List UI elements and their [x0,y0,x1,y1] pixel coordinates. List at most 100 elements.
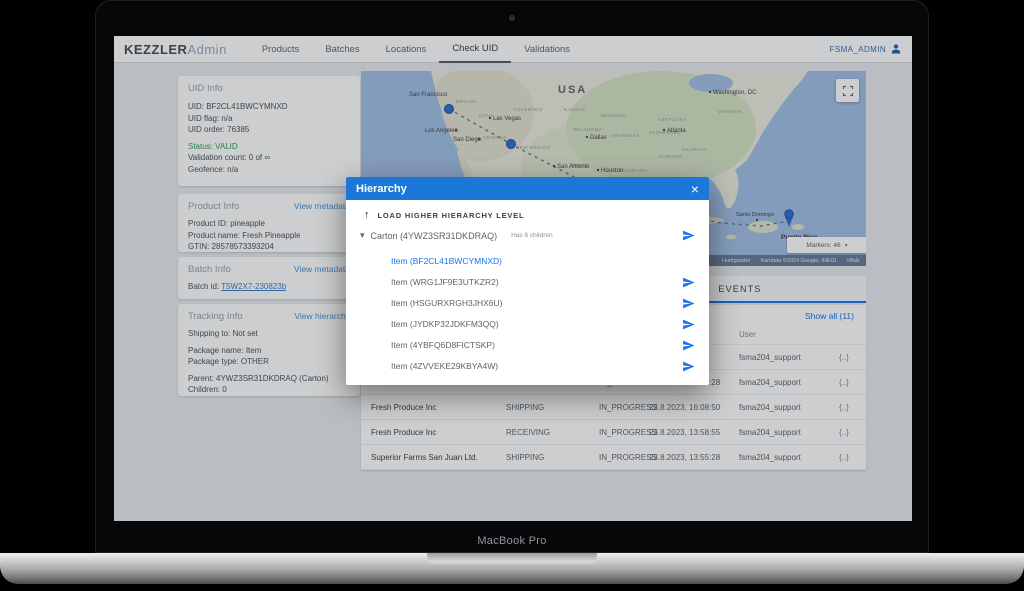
hierarchy-item[interactable]: Item (BF2CL41BWCYMNXD) [391,251,695,271]
svg-text:San Francisco: San Francisco [409,92,448,98]
fullscreen-button[interactable] [836,79,859,102]
json-payload-link[interactable]: {..} [839,403,849,412]
table-row[interactable]: Superior Farms San Juan Ltd. SHIPPING IN… [361,445,866,470]
show-all-link[interactable]: Show all (11) [805,311,854,321]
nav-products[interactable]: Products [249,36,313,63]
svg-text:OKLAHOMA: OKLAHOMA [573,127,603,132]
shipping-to: Shipping to: Not set [188,328,350,340]
device-label: MacBook Pro [96,535,928,547]
nav-validations[interactable]: Validations [511,36,583,63]
svg-text:COLORADO: COLORADO [513,107,543,112]
card-title: Product Info [188,201,239,212]
product-id: Product ID: pineapple [188,218,350,230]
table-row[interactable]: Fresh Produce Inc SHIPPING IN_PROGRESS 2… [361,395,866,420]
close-icon[interactable]: × [691,182,699,196]
view-hierarchy-link[interactable]: View hierarchy [294,311,350,321]
validation-count: Validation count: 0 of ∞ [188,152,350,164]
json-payload-link[interactable]: {..} [839,453,849,462]
caret-down-icon: ▾ [360,230,365,241]
hierarchy-root-row[interactable]: ▾ Carton (4YWZ3SR31DKDRAQ) Has 6 childre… [360,229,695,242]
parent-uid: Parent: 4YWZ3SR31DKDRAQ (Carton) [188,373,350,385]
hierarchy-item[interactable]: Item (WRG1JF9E3UTKZR2) [391,272,695,292]
children-note: Has 6 children [511,232,553,239]
markers-label: Markers: 46 [806,242,840,249]
person-icon [890,43,902,55]
laptop-notch [427,553,597,565]
uid-flag: UID flag: n/a [188,113,350,125]
json-payload-link[interactable]: {..} [839,353,849,362]
markers-dropdown[interactable]: Markers: 46 ▾ [787,237,866,253]
caret-down-icon: ▾ [845,242,848,249]
macbook-mockup: KEZZLER Admin Products Batches Locations… [0,0,1024,591]
nav-batches[interactable]: Batches [312,36,372,63]
children-count: Children: 0 [188,384,350,396]
package-name: Package name: Item [188,345,350,357]
package-type: Package type: OTHER [188,356,350,368]
batch-info-card: Batch Info View metadata Batch id: T5W2X… [178,257,360,299]
uid-order: UID order: 76385 [188,124,350,136]
view-metadata-link[interactable]: View metadata [294,201,350,211]
card-title: Batch Info [188,264,231,275]
user-label: FSMA_ADMIN [830,45,886,54]
svg-text:Washington, DC: Washington, DC [713,90,757,96]
webcam-icon [509,15,515,21]
hierarchy-item[interactable]: Item (JYDKP32JDKFM3QQ) [391,314,695,334]
main-nav: Products Batches Locations Check UID Val… [249,36,583,63]
svg-text:Los Angeles: Los Angeles [425,128,458,134]
svg-text:ARKANSAS: ARKANSAS [611,133,640,138]
svg-text:San Diego: San Diego [453,137,482,143]
nav-check-uid[interactable]: Check UID [439,36,511,63]
hierarchy-modal: Hierarchy × ↑ LOAD HIGHER HIERARCHY LEVE… [346,177,709,385]
goto-item-icon[interactable] [682,229,695,242]
svg-text:ALABAMA: ALABAMA [658,154,683,159]
svg-text:Santo Domingo: Santo Domingo [736,212,774,218]
svg-text:GEORGIA: GEORGIA [682,147,707,152]
goto-item-icon[interactable] [682,297,695,310]
svg-text:VIRGINIA: VIRGINIA [718,109,742,114]
svg-text:NEW MEXICO: NEW MEXICO [516,145,551,150]
user-menu[interactable]: FSMA_ADMIN [830,43,902,55]
hierarchy-item[interactable]: Item (HSGURXRGH3JHX6U) [391,293,695,313]
view-metadata-link[interactable]: View metadata [294,264,350,274]
json-payload-link[interactable]: {..} [839,378,849,387]
svg-text:NEVADA: NEVADA [456,99,477,104]
load-higher-label: LOAD HIGHER HIERARCHY LEVEL [378,211,525,220]
arrow-up-icon: ↑ [364,209,370,221]
batch-id-link[interactable]: T5W2X7-230823b [221,282,286,291]
brand-logo: KEZZLER [124,42,187,57]
svg-text:Atlanta: Atlanta [667,128,686,134]
card-title: UID Info [188,83,350,94]
root-label: Carton (4YWZ3SR31DKDRAQ) [371,231,498,241]
hierarchy-item[interactable]: Item (4YBFQ6D8FICTSKP) [391,335,695,355]
table-row[interactable]: Fresh Produce Inc RECEIVING IN_PROGRESS … [361,420,866,445]
terms-link[interactable]: Vilkår [846,258,860,264]
modal-header: Hierarchy × [346,177,709,200]
user-column-header: User [739,330,756,339]
nav-locations[interactable]: Locations [373,36,440,63]
fullscreen-icon [842,85,854,97]
app-window: KEZZLER Admin Products Batches Locations… [114,36,912,521]
brand-suffix: Admin [187,42,226,57]
uid-value: UID: BF2CL41BWCYMNXD [188,101,350,113]
load-higher-button[interactable]: ↑ LOAD HIGHER HIERARCHY LEVEL [364,209,524,221]
geofence: Geofence: n/a [188,164,350,176]
goto-item-icon[interactable] [682,318,695,331]
svg-text:MISSOURI: MISSOURI [601,113,627,118]
hierarchy-item[interactable]: Item (4ZVVEKE29KBYA4W) [391,356,695,376]
product-name: Product name: Fresh Pineapple [188,230,350,242]
uid-status: Status: VALID [188,141,350,153]
svg-text:ARIZONA: ARIZONA [483,135,507,140]
keyboard-shortcuts-link[interactable]: Hurtigtaster [722,258,750,264]
goto-item-icon[interactable] [682,276,695,289]
json-payload-link[interactable]: {..} [839,428,849,437]
svg-text:Las Vegas: Las Vegas [493,116,521,122]
goto-item-icon[interactable] [682,339,695,352]
svg-text:KANSAS: KANSAS [564,107,585,112]
batch-id-label: Batch id: [188,282,221,291]
svg-text:San Antonio: San Antonio [557,164,590,170]
tracking-info-card: Tracking Info View hierarchy Shipping to… [178,304,360,396]
product-info-card: Product Info View metadata Product ID: p… [178,194,360,252]
goto-item-icon[interactable] [682,360,695,373]
card-title: Tracking Info [188,311,243,322]
laptop-screen: KEZZLER Admin Products Batches Locations… [95,0,929,553]
